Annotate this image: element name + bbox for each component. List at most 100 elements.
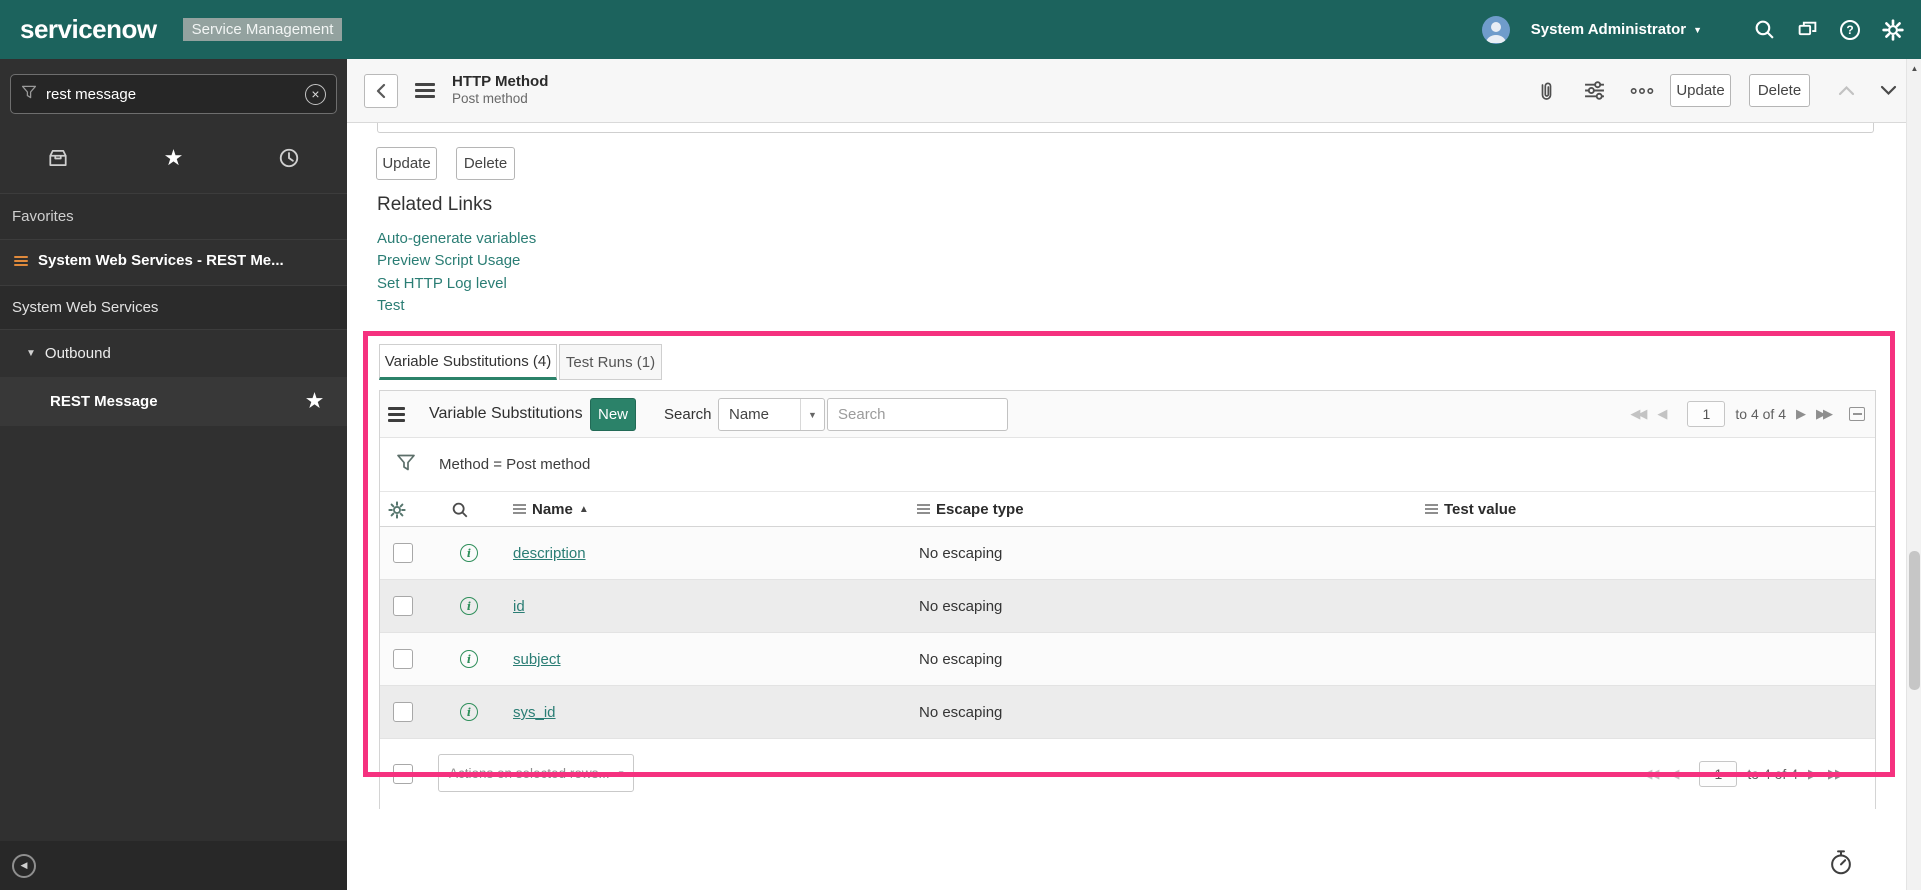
reference-info-icon[interactable]: i xyxy=(460,544,478,562)
top-header: servicenow Service Management System Adm… xyxy=(0,0,1921,59)
sidebar-item-favorite-rest-message[interactable]: System Web Services - REST Me... xyxy=(0,240,347,281)
select-all-checkbox[interactable] xyxy=(393,764,413,784)
list-pagination-top: ◀◀ ◀ to 4 of 4 ▶ ▶▶ xyxy=(1630,391,1865,437)
row-name-link[interactable]: id xyxy=(513,598,525,615)
select-caret-icon: ▼ xyxy=(617,768,625,778)
select-caret-icon: ▼ xyxy=(800,399,824,430)
clear-search-icon[interactable]: × xyxy=(305,83,326,105)
new-button[interactable]: New xyxy=(590,398,636,431)
reference-info-icon[interactable]: i xyxy=(460,597,478,615)
related-list-tabs: Variable Substitutions (4) Test Runs (1) xyxy=(379,344,662,380)
main-frame: HTTP Method Post method Update Delete Up… xyxy=(347,59,1906,890)
column-search-icon[interactable] xyxy=(451,501,469,524)
row-start-input[interactable] xyxy=(1699,761,1738,787)
next-page-icon[interactable]: ▶ xyxy=(1808,766,1818,782)
user-menu[interactable]: System Administrator ▼ xyxy=(1531,21,1702,38)
tab-test-runs[interactable]: Test Runs (1) xyxy=(559,344,662,380)
attachment-paperclip-icon[interactable] xyxy=(1534,79,1558,103)
last-page-icon[interactable]: ▶▶ xyxy=(1828,766,1845,782)
row-name-link[interactable]: subject xyxy=(513,651,561,668)
reference-info-icon[interactable]: i xyxy=(460,703,478,721)
related-link-preview-script[interactable]: Preview Script Usage xyxy=(377,250,536,272)
list-title: Variable Substitutions xyxy=(429,405,583,422)
form-content: Update Delete Related Links Auto-generat… xyxy=(347,123,1906,890)
scroll-up-icon[interactable]: ▲ xyxy=(1907,59,1921,77)
delete-button-bottom[interactable]: Delete xyxy=(456,147,515,180)
first-page-icon[interactable]: ◀◀ xyxy=(1642,766,1659,782)
reference-info-icon[interactable]: i xyxy=(460,650,478,668)
minimize-list-icon[interactable] xyxy=(1849,407,1865,421)
response-time-icon[interactable] xyxy=(1828,849,1854,875)
all-applications-icon[interactable] xyxy=(38,147,78,169)
collapse-glyph: ◀ xyxy=(20,860,28,870)
related-link-test[interactable]: Test xyxy=(377,295,536,317)
filter-funnel-icon xyxy=(21,84,37,105)
previous-page-icon[interactable]: ◀ xyxy=(1657,406,1667,422)
favorites-tab-icon[interactable]: ★ xyxy=(153,145,193,171)
sidebar-item-rest-message[interactable]: REST Message ★ xyxy=(0,377,347,426)
next-page-icon[interactable]: ▶ xyxy=(1796,406,1806,422)
favorites-section-label: Favorites xyxy=(0,193,347,240)
first-page-icon[interactable]: ◀◀ xyxy=(1630,406,1647,422)
update-button-bottom[interactable]: Update xyxy=(376,147,437,180)
sidebar-app-system-web-services[interactable]: System Web Services xyxy=(0,285,347,330)
row-escape-type: No escaping xyxy=(919,651,1003,668)
sidebar-group-outbound[interactable]: ▼ Outbound xyxy=(0,333,347,373)
row-start-input[interactable] xyxy=(1687,401,1726,427)
app-scope-label: Service Management xyxy=(182,18,343,41)
search-field-select[interactable]: Name ▼ xyxy=(718,398,825,431)
help-icon[interactable]: ? xyxy=(1839,19,1861,41)
personalize-form-sliders-icon[interactable] xyxy=(1582,79,1606,103)
history-icon[interactable] xyxy=(269,147,309,169)
row-checkbox[interactable] xyxy=(393,702,413,722)
next-record-icon[interactable] xyxy=(1878,81,1898,101)
star-glyph: ★ xyxy=(163,145,184,170)
update-button[interactable]: Update xyxy=(1670,74,1731,107)
form-title-block: HTTP Method Post method xyxy=(452,73,548,109)
servicenow-app: servicenow Service Management System Adm… xyxy=(0,0,1921,890)
column-header-name[interactable]: Name ▲ xyxy=(513,492,589,526)
collapse-sidebar-icon[interactable]: ◀ xyxy=(12,853,36,878)
gear-icon[interactable] xyxy=(1882,18,1904,41)
column-header-test-value[interactable]: Test value xyxy=(1425,492,1516,526)
row-checkbox[interactable] xyxy=(393,543,413,563)
related-link-auto-generate[interactable]: Auto-generate variables xyxy=(377,228,536,250)
row-name-link[interactable]: sys_id xyxy=(513,704,556,721)
previous-page-icon[interactable]: ◀ xyxy=(1669,766,1679,782)
list-pagination-bottom: ◀◀ ◀ to 4 of 4 ▶ ▶▶ xyxy=(1642,739,1845,809)
form-context-menu-icon[interactable] xyxy=(415,80,435,101)
application-navigator: × ★ Favorites System Web Services - REST… xyxy=(0,59,347,890)
delete-button[interactable]: Delete xyxy=(1749,74,1810,107)
list-search-input[interactable] xyxy=(827,398,1008,431)
row-name-link[interactable]: description xyxy=(513,545,586,562)
servicenow-logo: servicenow xyxy=(20,14,157,44)
more-options-icon[interactable] xyxy=(1630,79,1654,103)
breadcrumb-funnel-icon[interactable] xyxy=(396,453,416,477)
navigator-search-input[interactable] xyxy=(46,85,296,103)
sidebar-footer: ◀ xyxy=(0,841,347,890)
back-button[interactable] xyxy=(364,73,398,108)
sort-ascending-icon: ▲ xyxy=(578,503,589,515)
last-page-icon[interactable]: ▶▶ xyxy=(1816,406,1833,422)
previous-record-icon[interactable] xyxy=(1836,81,1856,101)
pagination-range: to 4 of 4 xyxy=(1747,766,1798,782)
module-list-icon xyxy=(14,254,28,268)
list-context-menu-icon[interactable] xyxy=(388,404,412,425)
favorite-star-icon[interactable]: ★ xyxy=(306,390,323,413)
chevron-down-icon: ▼ xyxy=(1693,24,1702,35)
connect-sidebar-icon[interactable] xyxy=(1796,19,1818,41)
row-checkbox[interactable] xyxy=(393,596,413,616)
personalize-list-gear-icon[interactable] xyxy=(388,501,406,524)
row-checkbox[interactable] xyxy=(393,649,413,669)
scrollbar-thumb[interactable] xyxy=(1909,551,1920,690)
related-links-title: Related Links xyxy=(377,194,493,215)
related-link-set-http-log[interactable]: Set HTTP Log level xyxy=(377,273,536,295)
column-header-escape-type[interactable]: Escape type xyxy=(917,492,1024,526)
avatar[interactable] xyxy=(1481,15,1510,44)
row-escape-type: No escaping xyxy=(919,545,1003,562)
breadcrumb-condition[interactable]: Method = Post method xyxy=(439,456,590,473)
tab-variable-substitutions[interactable]: Variable Substitutions (4) xyxy=(379,344,557,380)
list-breadcrumb-row: Method = Post method xyxy=(380,438,1875,491)
global-search-icon[interactable] xyxy=(1753,19,1775,41)
actions-on-selected-rows-select[interactable]: Actions on selected rows... ▼ xyxy=(438,754,634,792)
